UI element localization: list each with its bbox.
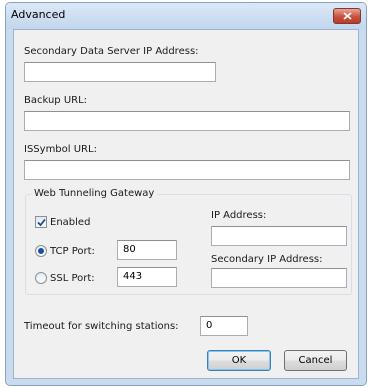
close-icon — [343, 12, 352, 20]
ip-address-input[interactable] — [211, 226, 347, 246]
issymbol-url-label: ISSymbol URL: — [24, 144, 97, 155]
ssl-port-radio[interactable] — [35, 272, 47, 284]
gateway-group-title: Web Tunneling Gateway — [31, 188, 158, 199]
tcp-port-radio[interactable] — [35, 245, 47, 257]
tcp-port-label: TCP Port: — [50, 246, 95, 257]
dialog-body: Secondary Data Server IP Address: Backup… — [13, 29, 359, 379]
ssl-port-input[interactable]: 443 — [117, 267, 177, 287]
secondary-ip-address-input[interactable] — [211, 268, 347, 288]
enabled-label: Enabled — [50, 217, 91, 228]
ok-button[interactable]: OK — [207, 350, 271, 371]
cancel-button[interactable]: Cancel — [284, 350, 347, 371]
title-bar[interactable]: Advanced — [6, 3, 366, 29]
checkmark-icon — [37, 218, 46, 227]
timeout-input[interactable]: 0 — [200, 316, 248, 336]
backup-url-label: Backup URL: — [24, 95, 88, 106]
secondary-server-input[interactable] — [24, 62, 216, 82]
web-tunneling-gateway-group: Web Tunneling Gateway Enabled TCP Port: … — [25, 188, 352, 295]
timeout-label: Timeout for switching stations: — [24, 321, 179, 332]
secondary-server-label: Secondary Data Server IP Address: — [24, 46, 199, 57]
tcp-port-input[interactable]: 80 — [117, 240, 177, 260]
enabled-checkbox[interactable] — [35, 216, 47, 228]
backup-url-input[interactable] — [24, 111, 350, 131]
ip-address-label: IP Address: — [211, 210, 267, 221]
ssl-port-label: SSL Port: — [50, 273, 95, 284]
advanced-dialog: Advanced Secondary Data Server IP Addres… — [5, 2, 367, 386]
secondary-ip-address-label: Secondary IP Address: — [211, 254, 323, 265]
dialog-title: Advanced — [11, 8, 66, 21]
close-button[interactable] — [333, 8, 361, 24]
issymbol-url-input[interactable] — [24, 160, 350, 180]
